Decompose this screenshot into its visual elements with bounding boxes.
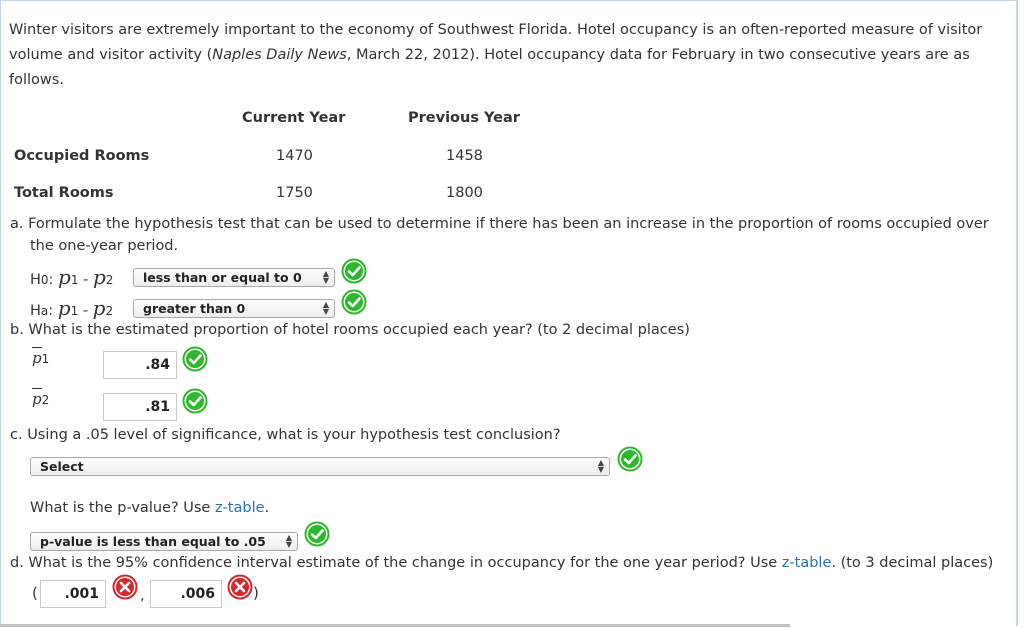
question-a: a. Formulate the hypothesis test that ca… <box>10 216 989 254</box>
correct-check-icon <box>617 446 643 472</box>
question-c: c. Using a .05 level of significance, wh… <box>10 427 561 443</box>
cell-occupied-current: 1470 <box>276 148 313 164</box>
ha-select[interactable]: greater than 0 ▲ ▼ <box>133 299 335 318</box>
z-table-link[interactable]: z-table <box>215 500 265 516</box>
p2-bar-label: p2 <box>32 388 50 408</box>
h0-select[interactable]: less than or equal to 0 ▲ ▼ <box>133 268 335 287</box>
question-b: b. What is the estimated proportion of h… <box>10 322 690 338</box>
select-arrows-icon: ▲ ▼ <box>285 533 292 549</box>
pvalue-select[interactable]: p-value is less than equal to .05 ▲ ▼ <box>30 532 298 551</box>
ci-lower-input[interactable]: .001 <box>40 580 106 608</box>
header-current-year: Current Year <box>242 110 346 126</box>
h0-expression: H0: p1 - p2 <box>30 265 114 289</box>
cell-total-previous: 1800 <box>446 185 483 201</box>
correct-check-icon <box>182 346 208 372</box>
question-d: d. What is the 95% confidence interval e… <box>10 555 994 571</box>
ci-upper-input[interactable]: .006 <box>150 580 222 608</box>
header-previous-year: Previous Year <box>408 110 520 126</box>
correct-check-icon <box>341 258 367 284</box>
row-label-occupied: Occupied Rooms <box>14 148 150 164</box>
close-paren: ) <box>253 584 259 602</box>
footer-divider <box>0 624 790 627</box>
p2-input[interactable]: .81 <box>103 393 177 421</box>
row-label-total: Total Rooms <box>14 185 114 201</box>
incorrect-x-icon <box>227 574 253 600</box>
select-arrows-icon: ▲ ▼ <box>322 300 329 316</box>
select-arrows-icon: ▲ ▼ <box>597 458 604 474</box>
incorrect-x-icon <box>112 574 138 600</box>
z-table-link[interactable]: z-table <box>782 555 832 571</box>
comma-separator: , <box>140 588 145 604</box>
ha-expression: Ha: p1 - p2 <box>30 296 114 320</box>
correct-check-icon <box>341 289 367 315</box>
correct-check-icon <box>182 388 208 414</box>
p1-bar-label: p1 <box>32 347 50 367</box>
p1-input[interactable]: .84 <box>103 351 177 379</box>
conclusion-select[interactable]: Select ▲ ▼ <box>30 457 610 476</box>
cell-total-current: 1750 <box>276 185 313 201</box>
source-citation: Naples Daily News <box>212 47 347 63</box>
problem-intro: Winter visitors are extremely important … <box>9 22 983 88</box>
pvalue-prompt: What is the p-value? Use z-table. <box>30 500 270 516</box>
select-arrows-icon: ▲ ▼ <box>322 269 329 285</box>
correct-check-icon <box>304 521 330 547</box>
cell-occupied-previous: 1458 <box>446 148 483 164</box>
open-paren: ( <box>32 584 38 602</box>
